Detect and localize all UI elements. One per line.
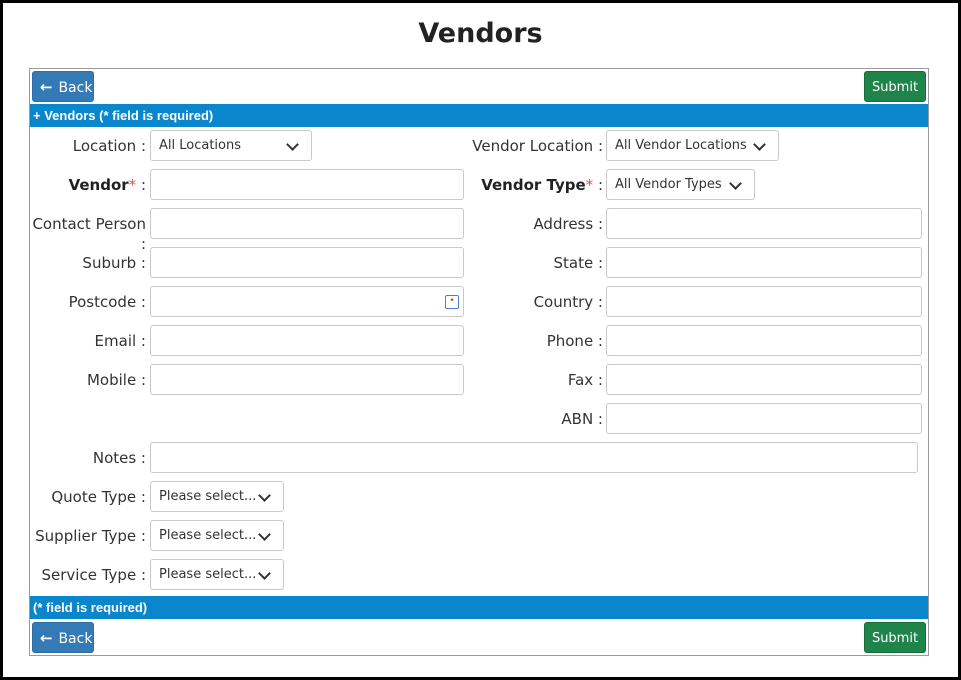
vendor-location-select[interactable]: All Vendor Locations: [606, 130, 779, 161]
service-type-select[interactable]: Please select...: [150, 559, 284, 590]
contact-person-label: Contact Person :: [32, 215, 146, 253]
vendor-label-text: Vendor: [68, 176, 129, 194]
email-input[interactable]: [150, 325, 464, 356]
vendor-location-select-value: All Vendor Locations: [615, 138, 747, 153]
supplier-type-select-value: Please select...: [159, 528, 257, 543]
vendor-label: Vendor* :: [30, 175, 146, 195]
vendor-type-label-text: Vendor Type: [481, 176, 586, 194]
mobile-label: Mobile :: [86, 371, 146, 389]
fax-label: Fax :: [567, 371, 603, 389]
abn-label: ABN :: [561, 410, 603, 428]
quote-type-select[interactable]: Please select...: [150, 481, 284, 512]
chevron-down-icon: [729, 177, 742, 190]
address-input[interactable]: [606, 208, 922, 239]
state-label: State :: [553, 254, 603, 272]
required-note-bar: (* field is required): [30, 596, 928, 619]
back-label: Back: [58, 631, 93, 647]
country-input[interactable]: [606, 286, 922, 317]
vendor-type-label-suffix: :: [593, 176, 603, 194]
service-type-select-value: Please select...: [159, 567, 257, 582]
submit-button-bottom[interactable]: Submit: [864, 622, 926, 653]
vendor-type-select[interactable]: All Vendor Types: [606, 169, 755, 200]
location-label: Location :: [72, 137, 146, 155]
supplier-type-label: Supplier Type :: [35, 527, 146, 545]
location-select-value: All Locations: [159, 138, 242, 153]
vendor-type-label: Vendor Type* :: [440, 175, 603, 195]
phone-input[interactable]: [606, 325, 922, 356]
quote-type-label: Quote Type :: [51, 488, 146, 506]
arrow-left-icon: ←: [40, 78, 53, 96]
back-label: Back: [58, 80, 93, 96]
arrow-left-icon: ←: [40, 629, 53, 647]
contact-person-input[interactable]: [150, 208, 464, 239]
vendor-label-suffix: :: [136, 176, 146, 194]
chevron-down-icon: [753, 138, 766, 151]
notes-input[interactable]: [150, 442, 918, 473]
suburb-label: Suburb :: [82, 254, 146, 272]
chevron-down-icon: [258, 489, 271, 502]
chevron-down-icon: [258, 528, 271, 541]
notes-label: Notes :: [92, 449, 146, 467]
submit-button-top[interactable]: Submit: [864, 71, 926, 102]
quote-type-select-value: Please select...: [159, 489, 257, 504]
chevron-down-icon: [258, 567, 271, 580]
suburb-input[interactable]: [150, 247, 464, 278]
section-header-bar[interactable]: + Vendors (* field is required): [30, 104, 928, 127]
email-label: Email :: [94, 332, 146, 350]
postcode-label: Postcode :: [68, 293, 146, 311]
postcode-input[interactable]: *: [150, 286, 464, 317]
location-select[interactable]: All Locations: [150, 130, 312, 161]
chevron-down-icon: [286, 138, 299, 151]
abn-input[interactable]: [606, 403, 922, 434]
fax-input[interactable]: [606, 364, 922, 395]
address-label: Address :: [533, 215, 603, 233]
state-input[interactable]: [606, 247, 922, 278]
phone-label: Phone :: [546, 332, 603, 350]
vendor-location-label: Vendor Location :: [472, 137, 603, 155]
vendor-type-select-value: All Vendor Types: [615, 177, 722, 192]
page-title: Vendors: [418, 18, 543, 49]
vendor-input[interactable]: [150, 169, 464, 200]
mobile-input[interactable]: [150, 364, 464, 395]
country-label: Country :: [533, 293, 603, 311]
service-type-label: Service Type :: [41, 566, 146, 584]
back-button-bottom[interactable]: ← Back: [32, 622, 94, 653]
supplier-type-select[interactable]: Please select...: [150, 520, 284, 551]
back-button-top[interactable]: ← Back: [32, 71, 94, 102]
